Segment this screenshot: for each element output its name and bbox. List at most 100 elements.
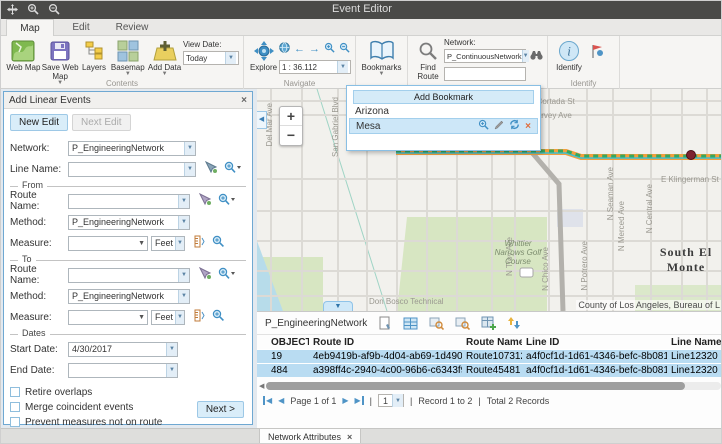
next-page-icon[interactable]: ▶ — [342, 396, 348, 405]
tab-close-icon[interactable]: × — [347, 432, 352, 442]
bookmark-delete-icon[interactable]: × — [525, 121, 531, 132]
tab-review[interactable]: Review — [108, 19, 156, 36]
from-measure-tool-icon[interactable] — [193, 235, 206, 251]
from-measure-input[interactable]: ▼ — [68, 236, 148, 251]
pan-to-selection-icon[interactable] — [455, 316, 470, 330]
zoom-to-selection-icon[interactable] — [429, 316, 444, 330]
zoom-in-icon[interactable] — [324, 42, 335, 56]
new-edit-button[interactable]: New Edit — [10, 114, 68, 131]
web-map-button[interactable]: Web Map — [5, 38, 42, 72]
to-method-dropdown[interactable]: P_EngineeringNetwork ▼ — [68, 289, 190, 304]
end-date-label: End Date: — [10, 365, 68, 376]
add-data-button[interactable]: Add Data ▼ — [146, 38, 183, 76]
to-unit-caret-icon: ▼ — [175, 311, 184, 324]
network-select[interactable]: P_ContinuousNetwork ▼ — [444, 49, 526, 63]
network-label: Network: — [444, 38, 543, 47]
from-method-dropdown[interactable]: P_EngineeringNetwork ▼ — [68, 215, 190, 230]
select-line-on-map-icon[interactable] — [204, 161, 218, 177]
first-page-icon[interactable]: ◀ — [263, 396, 272, 405]
to-route-zoom-icon[interactable] — [218, 267, 236, 283]
retire-overlaps-checkbox[interactable]: Retire overlaps — [10, 386, 246, 398]
layers-button[interactable]: Layers — [79, 38, 110, 72]
next-extent-icon[interactable]: → — [309, 43, 320, 55]
tab-map[interactable]: Map — [6, 19, 54, 36]
add-bookmark-button[interactable]: Add Bookmark — [353, 90, 534, 104]
street-label: San Gabriel Blvd — [331, 97, 340, 157]
scroll-left-icon[interactable]: ◀ — [259, 382, 264, 390]
street-label: N Potrero Ave — [580, 241, 589, 291]
scrollbar-thumb[interactable] — [266, 382, 684, 390]
last-page-icon[interactable]: ▶ — [355, 396, 364, 405]
basemap-icon — [117, 39, 139, 63]
tab-edit[interactable]: Edit — [57, 19, 105, 36]
to-select-route-on-map-icon[interactable] — [198, 267, 212, 283]
city-label: South El Monte — [651, 245, 721, 275]
to-unit-dropdown[interactable]: Feet▼ — [151, 310, 185, 325]
tab-network-attributes[interactable]: Network Attributes × — [259, 429, 361, 444]
basemap-button[interactable]: Basemap ▼ — [109, 38, 146, 76]
column-header[interactable]: OBJECTID — [257, 337, 309, 348]
identify-button[interactable]: i Identify — [552, 38, 586, 72]
from-measure-zoom-icon[interactable] — [212, 235, 225, 251]
to-measure-zoom-icon[interactable] — [212, 309, 225, 325]
table-horizontal-scrollbar[interactable]: ◀ — [259, 381, 721, 391]
column-header[interactable]: Line ID — [522, 337, 667, 348]
next-edit-button[interactable]: Next Edit — [72, 114, 131, 131]
select-records-icon[interactable] — [378, 316, 392, 330]
collapse-panel-icon[interactable]: ◀ — [257, 111, 267, 129]
zoom-out-icon[interactable] — [339, 42, 350, 56]
identify-icon: i — [558, 39, 580, 63]
map-zoom-in-button[interactable]: + — [280, 107, 302, 126]
page-select-caret-icon: ▼ — [392, 394, 403, 407]
panel-close-icon[interactable]: × — [241, 95, 247, 106]
previous-page-icon[interactable]: ◀ — [278, 396, 284, 405]
bookmark-item-mesa[interactable]: Mesa × — [349, 118, 538, 134]
add-data-icon — [153, 39, 177, 63]
explore-button[interactable]: Explore — [248, 38, 279, 72]
bookmark-edit-icon[interactable] — [494, 120, 504, 133]
route-value-input[interactable] — [444, 67, 526, 81]
bookmark-item-arizona[interactable]: Arizona — [347, 104, 540, 117]
to-measure-input[interactable]: ▼ — [68, 310, 148, 325]
show-selected-records-icon[interactable] — [403, 317, 418, 330]
to-route-name-dropdown[interactable]: ▼ — [68, 268, 190, 283]
binoculars-icon[interactable] — [530, 47, 543, 65]
network-dropdown[interactable]: P_EngineeringNetwork ▼ — [68, 141, 196, 156]
map-scale-select[interactable]: 1 : 36.112 ▼ — [279, 60, 351, 74]
start-date-dropdown[interactable]: 4/30/2017 ▼ — [68, 342, 178, 357]
end-date-dropdown[interactable]: ▼ — [68, 363, 178, 378]
bookmarks-button[interactable]: Bookmarks ▼ — [360, 38, 403, 76]
merge-coincident-box[interactable] — [10, 402, 20, 412]
view-date-select[interactable]: Today ▼ — [183, 51, 239, 65]
map-zoom-out-button[interactable]: − — [280, 126, 302, 145]
add-table-icon[interactable] — [481, 316, 496, 330]
column-header[interactable]: Route ID — [309, 337, 462, 348]
globe-icon[interactable] — [279, 42, 290, 56]
column-header[interactable]: Route Name — [462, 337, 522, 348]
find-route-button[interactable]: Find Route — [412, 38, 444, 81]
clear-identify-button[interactable] — [586, 38, 608, 63]
column-header[interactable]: Line Name — [667, 337, 722, 348]
previous-extent-icon[interactable]: ← — [294, 43, 305, 55]
line-name-dropdown[interactable]: ▼ — [68, 162, 196, 177]
sort-icon[interactable] — [507, 316, 521, 330]
line-zoom-icon[interactable] — [224, 161, 242, 177]
from-route-name-dropdown[interactable]: ▼ — [68, 194, 190, 209]
page-number-select[interactable]: 1 ▼ — [378, 394, 404, 407]
prevent-measures-box[interactable] — [10, 417, 20, 427]
bookmark-refresh-icon[interactable] — [509, 119, 520, 133]
collapse-table-icon[interactable]: ▼ — [323, 301, 353, 311]
contents-group-label: Contents — [1, 79, 243, 88]
street-label: N Seaman Ave — [606, 167, 615, 220]
table-row[interactable]: 19 4eb9419b-af9b-4d04-ab69-1d490476802b … — [257, 349, 722, 363]
from-select-route-on-map-icon[interactable] — [198, 193, 212, 209]
table-row[interactable]: 484 a398ff4c-2940-4c00-96b6-c6343f9f1711… — [257, 363, 722, 377]
to-measure-caret-icon: ▼ — [138, 314, 147, 321]
from-route-zoom-icon[interactable] — [218, 193, 236, 209]
next-button[interactable]: Next > — [197, 401, 244, 418]
from-unit-dropdown[interactable]: Feet▼ — [151, 236, 185, 251]
retire-overlaps-box[interactable] — [10, 387, 20, 397]
to-measure-tool-icon[interactable] — [193, 309, 206, 325]
street-label: N Central Ave — [645, 184, 654, 233]
bookmark-zoom-icon[interactable] — [478, 119, 489, 133]
